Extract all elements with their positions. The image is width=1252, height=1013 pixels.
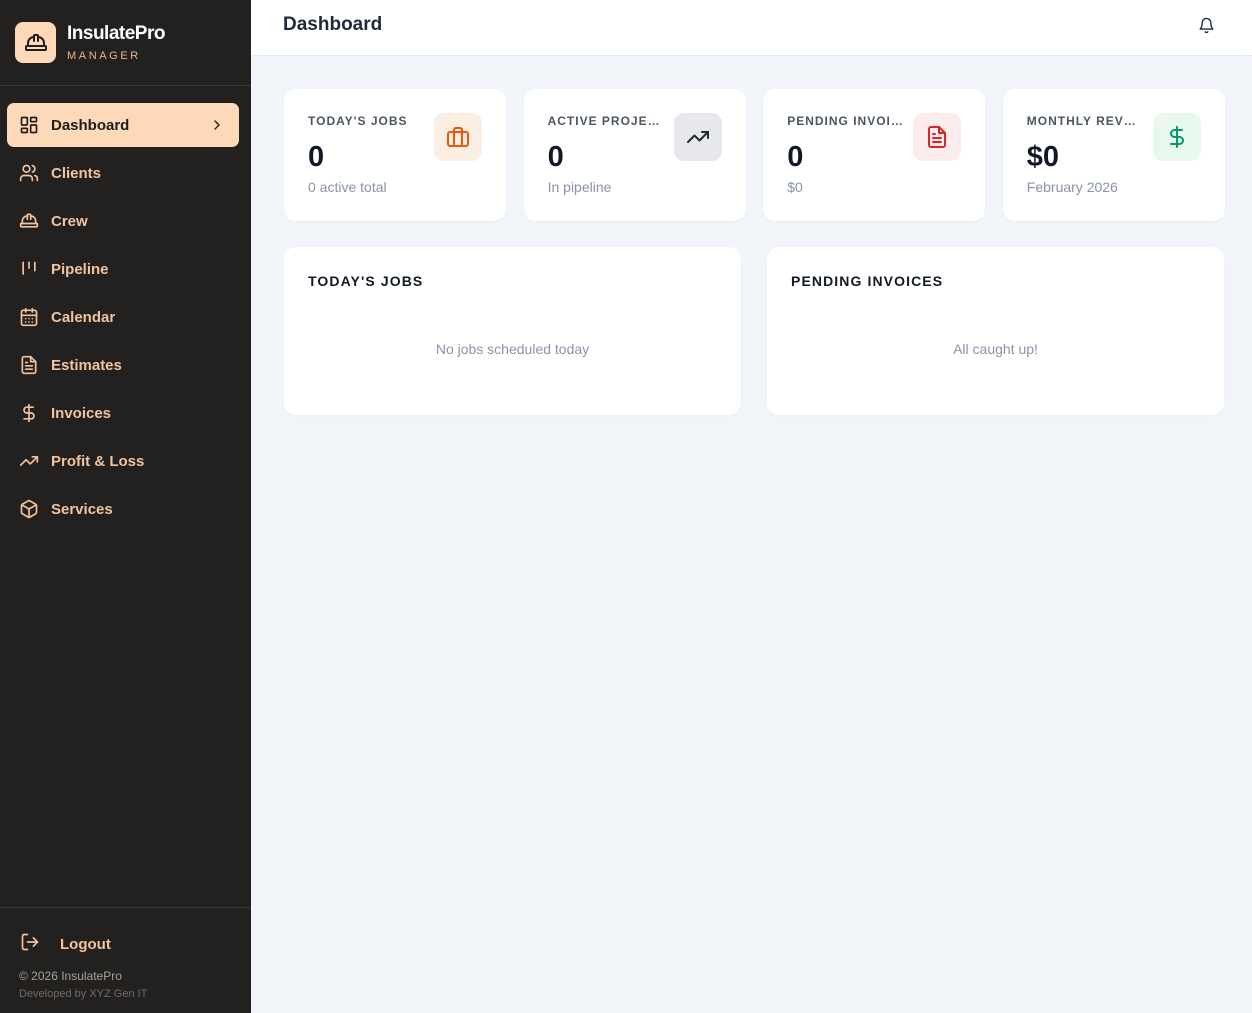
stat-card-todays-jobs: TODAY'S JOBS 0 0 active total [284, 89, 506, 221]
panel-title: PENDING INVOICES [791, 273, 944, 289]
dashboard-icon [19, 115, 39, 135]
sidebar-item-label: Crew [51, 212, 88, 230]
briefcase-icon [434, 113, 482, 161]
hard-hat-icon [19, 211, 39, 231]
sidebar-item-label: Calendar [51, 308, 116, 326]
sidebar-item-label: Services [51, 500, 113, 518]
trending-up-icon [673, 113, 722, 161]
stat-label: PENDING INVOICES [787, 114, 903, 128]
sidebar-nav: Dashboard Clients Crew Pipeline Calendar… [7, 103, 239, 535]
logout-icon [20, 932, 40, 956]
file-text-icon [913, 113, 962, 161]
logout-label: Logout [60, 935, 111, 953]
sidebar-item-label: Invoices [51, 404, 112, 422]
sidebar-item-invoices[interactable]: Invoices [7, 391, 239, 435]
stat-value: $0 [1026, 141, 1060, 173]
page-title: Dashboard [283, 14, 383, 35]
sidebar-item-pipeline[interactable]: Pipeline [7, 247, 239, 291]
top-bar: Dashboard [251, 0, 1252, 56]
stats-row: TODAY'S JOBS 0 0 active total ACTIVE PRO… [284, 89, 1225, 221]
calendar-icon [19, 307, 39, 327]
brand-subtitle: MANAGER [67, 50, 141, 62]
users-icon [19, 163, 39, 183]
pending-invoices-panel: PENDING INVOICES All caught up! [767, 247, 1224, 415]
sidebar-item-label: Clients [51, 164, 102, 182]
sidebar-item-services[interactable]: Services [7, 487, 239, 531]
stat-label: MONTHLY REVENUE [1026, 114, 1143, 128]
dollar-icon [1152, 113, 1201, 161]
developer-credit: Developed by XYZ Gen IT [19, 988, 148, 1000]
sidebar-item-dashboard[interactable]: Dashboard [7, 103, 239, 147]
kanban-icon [19, 259, 39, 279]
sidebar-item-label: Dashboard [51, 116, 130, 134]
stat-card-monthly-revenue: MONTHLY REVENUE $0 February 2026 [1002, 89, 1225, 221]
stat-subtext: February 2026 [1026, 179, 1118, 195]
copyright-text: © 2026 InsulatePro [19, 969, 122, 983]
empty-state-text: No jobs scheduled today [435, 341, 590, 357]
stat-label: ACTIVE PROJECTS [547, 114, 664, 128]
hard-hat-icon [15, 22, 56, 63]
logout-button[interactable]: Logout [20, 932, 111, 956]
stat-label: TODAY'S JOBS [308, 114, 408, 128]
sidebar-item-calendar[interactable]: Calendar [7, 295, 239, 339]
stat-subtext: $0 [787, 179, 803, 195]
empty-state-text: All caught up! [953, 341, 1038, 357]
sidebar-item-label: Pipeline [51, 260, 109, 278]
sidebar: InsulatePro MANAGER Dashboard Clients Cr… [0, 0, 251, 1013]
sidebar-item-crew[interactable]: Crew [7, 199, 239, 243]
dollar-icon [19, 403, 39, 423]
sidebar-item-profit-loss[interactable]: Profit & Loss [7, 439, 239, 483]
file-text-icon [19, 355, 39, 375]
todays-jobs-panel: TODAY'S JOBS No jobs scheduled today [284, 247, 741, 415]
brand[interactable]: InsulatePro MANAGER [0, 0, 251, 86]
sidebar-item-label: Profit & Loss [51, 452, 145, 470]
sidebar-footer: Logout © 2026 InsulatePro Developed by X… [0, 907, 251, 1013]
sidebar-item-label: Estimates [51, 356, 122, 374]
sidebar-item-clients[interactable]: Clients [7, 151, 239, 195]
panel-title: TODAY'S JOBS [308, 273, 424, 289]
stat-value: 0 [308, 141, 325, 173]
stat-card-pending-invoices: PENDING INVOICES 0 $0 [763, 89, 986, 221]
package-icon [19, 499, 39, 519]
chevron-right-icon [207, 117, 227, 133]
stat-card-active-projects: ACTIVE PROJECTS 0 In pipeline [523, 89, 746, 221]
stat-value: 0 [547, 141, 564, 173]
stat-value: 0 [787, 141, 804, 173]
trending-up-icon [19, 451, 39, 471]
stat-subtext: 0 active total [308, 179, 387, 195]
stat-subtext: In pipeline [547, 179, 612, 195]
brand-name: InsulatePro [67, 23, 165, 44]
sidebar-item-estimates[interactable]: Estimates [7, 343, 239, 387]
bell-icon[interactable] [1196, 15, 1216, 35]
